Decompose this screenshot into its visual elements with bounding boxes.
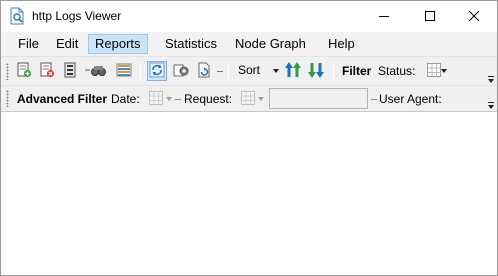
toolbar-separator [228, 62, 229, 80]
title-bar: http Logs Viewer [1, 1, 497, 32]
binoculars-icon [85, 62, 109, 81]
app-logo-icon [9, 7, 25, 25]
log-view-area[interactable] [1, 112, 497, 275]
reload-document-button[interactable] [194, 61, 214, 81]
status-dropdown-arrow[interactable] [441, 69, 447, 73]
sort-ascending-icon [285, 61, 301, 82]
date-label: Date: [111, 92, 140, 106]
date-filter-dropdown[interactable] [146, 89, 166, 109]
remove-log-button[interactable] [37, 61, 57, 81]
document-list-icon [62, 62, 78, 81]
sort-dropdown-arrow[interactable] [273, 69, 279, 73]
maximize-icon [425, 10, 435, 24]
menu-file[interactable]: File [11, 34, 46, 54]
toolbar-separator [140, 62, 141, 80]
grid-icon [241, 90, 255, 108]
date-dropdown-arrow[interactable] [166, 97, 172, 101]
sort-ascending-button[interactable] [283, 61, 303, 81]
toolbar-grip[interactable] [6, 90, 9, 107]
app-window: http Logs Viewer File Edit Reports Stati… [0, 0, 498, 276]
menu-bar: File Edit Reports Statistics Node Graph … [1, 32, 497, 56]
menu-statistics[interactable]: Statistics [158, 34, 224, 54]
filter-bar-overflow-button[interactable] [486, 100, 496, 110]
close-button[interactable] [451, 1, 497, 32]
request-dropdown-arrow[interactable] [258, 97, 264, 101]
minimize-icon [379, 10, 389, 24]
settings-button[interactable] [171, 61, 191, 81]
request-filter-dropdown[interactable] [238, 89, 258, 109]
column-list-icon [116, 62, 132, 81]
refresh-icon [149, 62, 165, 81]
grid-icon [427, 62, 441, 80]
advanced-filter-title: Advanced Filter [17, 92, 108, 106]
find-button[interactable] [83, 61, 111, 81]
refresh-button[interactable] [147, 61, 167, 81]
gear-settings-icon [172, 62, 190, 81]
sort-descending-icon [308, 61, 324, 82]
document-refresh-icon [196, 62, 212, 81]
toolbar-grip[interactable] [6, 63, 9, 80]
document-list-button[interactable] [60, 61, 80, 81]
menu-help[interactable]: Help [321, 34, 362, 54]
toolbar-separator [333, 62, 334, 80]
grid-icon [149, 90, 163, 108]
filter-label: Filter [342, 64, 372, 78]
filter-dash [175, 99, 181, 100]
toolbar-dash [217, 71, 223, 72]
remove-log-icon [39, 62, 55, 81]
maximize-button[interactable] [407, 1, 453, 32]
menu-edit[interactable]: Edit [49, 34, 85, 54]
request-label: Request: [184, 92, 233, 106]
columns-button[interactable] [114, 61, 134, 81]
menu-node-graph[interactable]: Node Graph [228, 34, 313, 54]
main-toolbar: Sort Filter Status: [1, 56, 497, 85]
add-log-button[interactable] [14, 61, 34, 81]
status-label: Status: [378, 64, 416, 78]
add-log-icon [16, 62, 32, 81]
minimize-button[interactable] [361, 1, 407, 32]
sort-label[interactable]: Sort [238, 63, 260, 77]
close-icon [468, 10, 480, 24]
window-title: http Logs Viewer [32, 9, 122, 23]
filter-dash [371, 99, 377, 100]
user-agent-label: User Agent: [379, 92, 442, 106]
toolbar-overflow-button[interactable] [486, 74, 496, 84]
user-agent-input[interactable] [269, 88, 368, 109]
sort-descending-button[interactable] [306, 61, 326, 81]
advanced-filter-bar: Advanced Filter Date: Request: User Agen… [1, 85, 497, 112]
menu-reports[interactable]: Reports [88, 34, 148, 54]
